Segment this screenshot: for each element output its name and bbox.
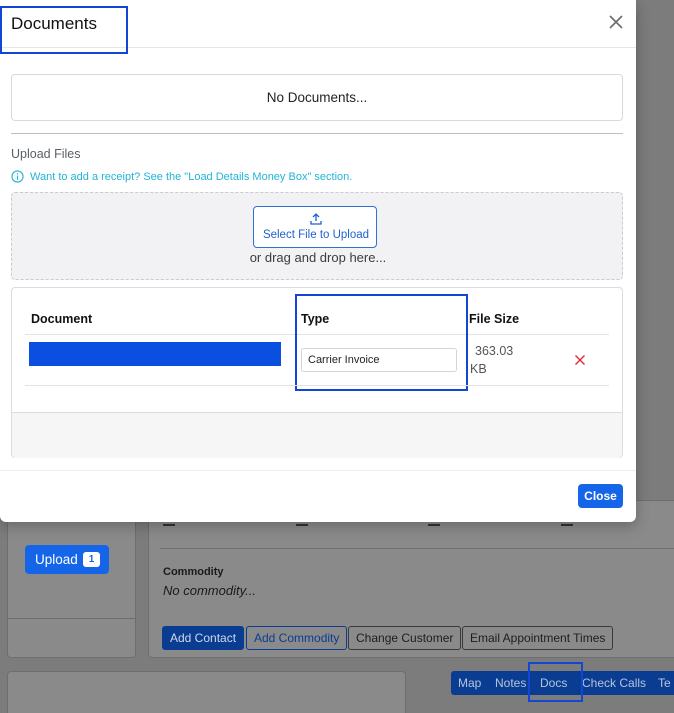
background-divider <box>7 618 136 619</box>
placeholder-dash <box>428 524 440 526</box>
tab-check-calls[interactable]: Check Calls <box>582 671 646 695</box>
receipt-info: Want to add a receipt? See the "Load Det… <box>11 170 352 183</box>
background-card-left <box>7 500 136 658</box>
documents-modal: Documents No Documents... Upload Files W… <box>0 0 636 574</box>
commodity-value: No commodity... <box>163 583 256 598</box>
column-header-document: Document <box>31 312 93 326</box>
receipt-info-text: Want to add a receipt? See the "Load Det… <box>30 170 353 183</box>
drag-drop-text: or drag and drop here... <box>249 250 387 265</box>
type-column-highlight <box>295 294 468 391</box>
close-icon[interactable] <box>606 12 626 32</box>
pending-files-panel: Document Type File Size Carrier Invoice … <box>11 287 623 574</box>
commodity-label: Commodity <box>163 566 224 578</box>
upload-files-label: Upload Files <box>11 147 81 161</box>
email-appointment-times-button[interactable]: Email Appointment Times <box>462 626 614 650</box>
placeholder-dash <box>561 524 573 526</box>
upload-count-badge: 1 <box>83 552 100 567</box>
row-divider <box>25 385 609 386</box>
upload-icon <box>310 213 322 225</box>
placeholder-dash <box>296 524 308 526</box>
files-panel-footer: Upload 1 <box>12 412 622 574</box>
no-documents-box: No Documents... <box>11 74 623 121</box>
info-icon <box>11 170 24 183</box>
upload-button-label: Upload <box>35 552 78 567</box>
title-highlight <box>0 6 128 54</box>
column-header-file-size: File Size <box>469 312 520 326</box>
tab-notes[interactable]: Notes <box>495 671 526 695</box>
select-file-button[interactable]: Select File to Upload <box>253 206 377 248</box>
change-customer-button[interactable]: Change Customer <box>348 626 462 650</box>
footer-divider <box>0 470 636 471</box>
file-dropzone[interactable]: Select File to Upload or drag and drop h… <box>11 192 623 280</box>
tab-map[interactable]: Map <box>458 671 481 695</box>
placeholder-dash <box>163 524 175 526</box>
upload-button[interactable]: Upload 1 <box>25 545 109 574</box>
background-divider <box>160 548 674 549</box>
file-size-value: 363.03 <box>475 344 514 358</box>
select-file-label: Select File to Upload <box>262 229 370 241</box>
modal-header: Documents <box>0 0 636 54</box>
tab-truncated[interactable]: Te <box>658 671 671 695</box>
close-button[interactable]: Close <box>578 484 623 508</box>
file-size-unit: KB <box>470 362 487 376</box>
docs-tab-highlight <box>528 662 583 702</box>
document-name-redacted <box>29 342 281 366</box>
add-commodity-button[interactable]: Add Commodity <box>246 626 348 650</box>
background-card-bottom <box>7 671 406 713</box>
add-contact-button[interactable]: Add Contact <box>162 626 245 650</box>
remove-file-icon[interactable] <box>574 354 586 366</box>
section-divider <box>11 133 623 134</box>
